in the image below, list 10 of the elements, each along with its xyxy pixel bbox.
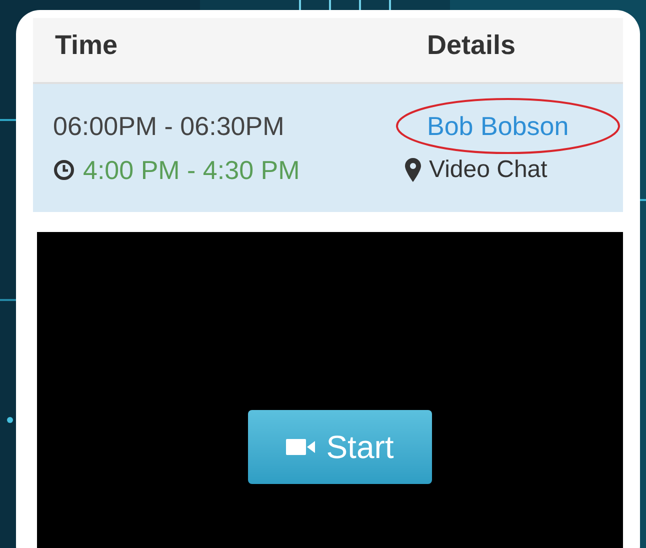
column-header: Time: [55, 29, 119, 62]
map-pin-icon: [405, 158, 421, 182]
column-header: Details: [427, 29, 516, 62]
local-time-range: 4:00 PM - 4:30 PM: [83, 154, 300, 186]
start-button[interactable]: Start: [248, 410, 432, 484]
time-range: 06:00PM - 06:30PM: [53, 110, 286, 142]
clock-icon: [53, 159, 75, 181]
table-row[interactable]: 06:00PM - 06:30PM 4:00 PM - 4:30 PM Bob Bobson Video Chat: [33, 84, 623, 212]
meeting-type: Video Chat: [429, 155, 548, 185]
video-camera-icon: [286, 437, 316, 457]
